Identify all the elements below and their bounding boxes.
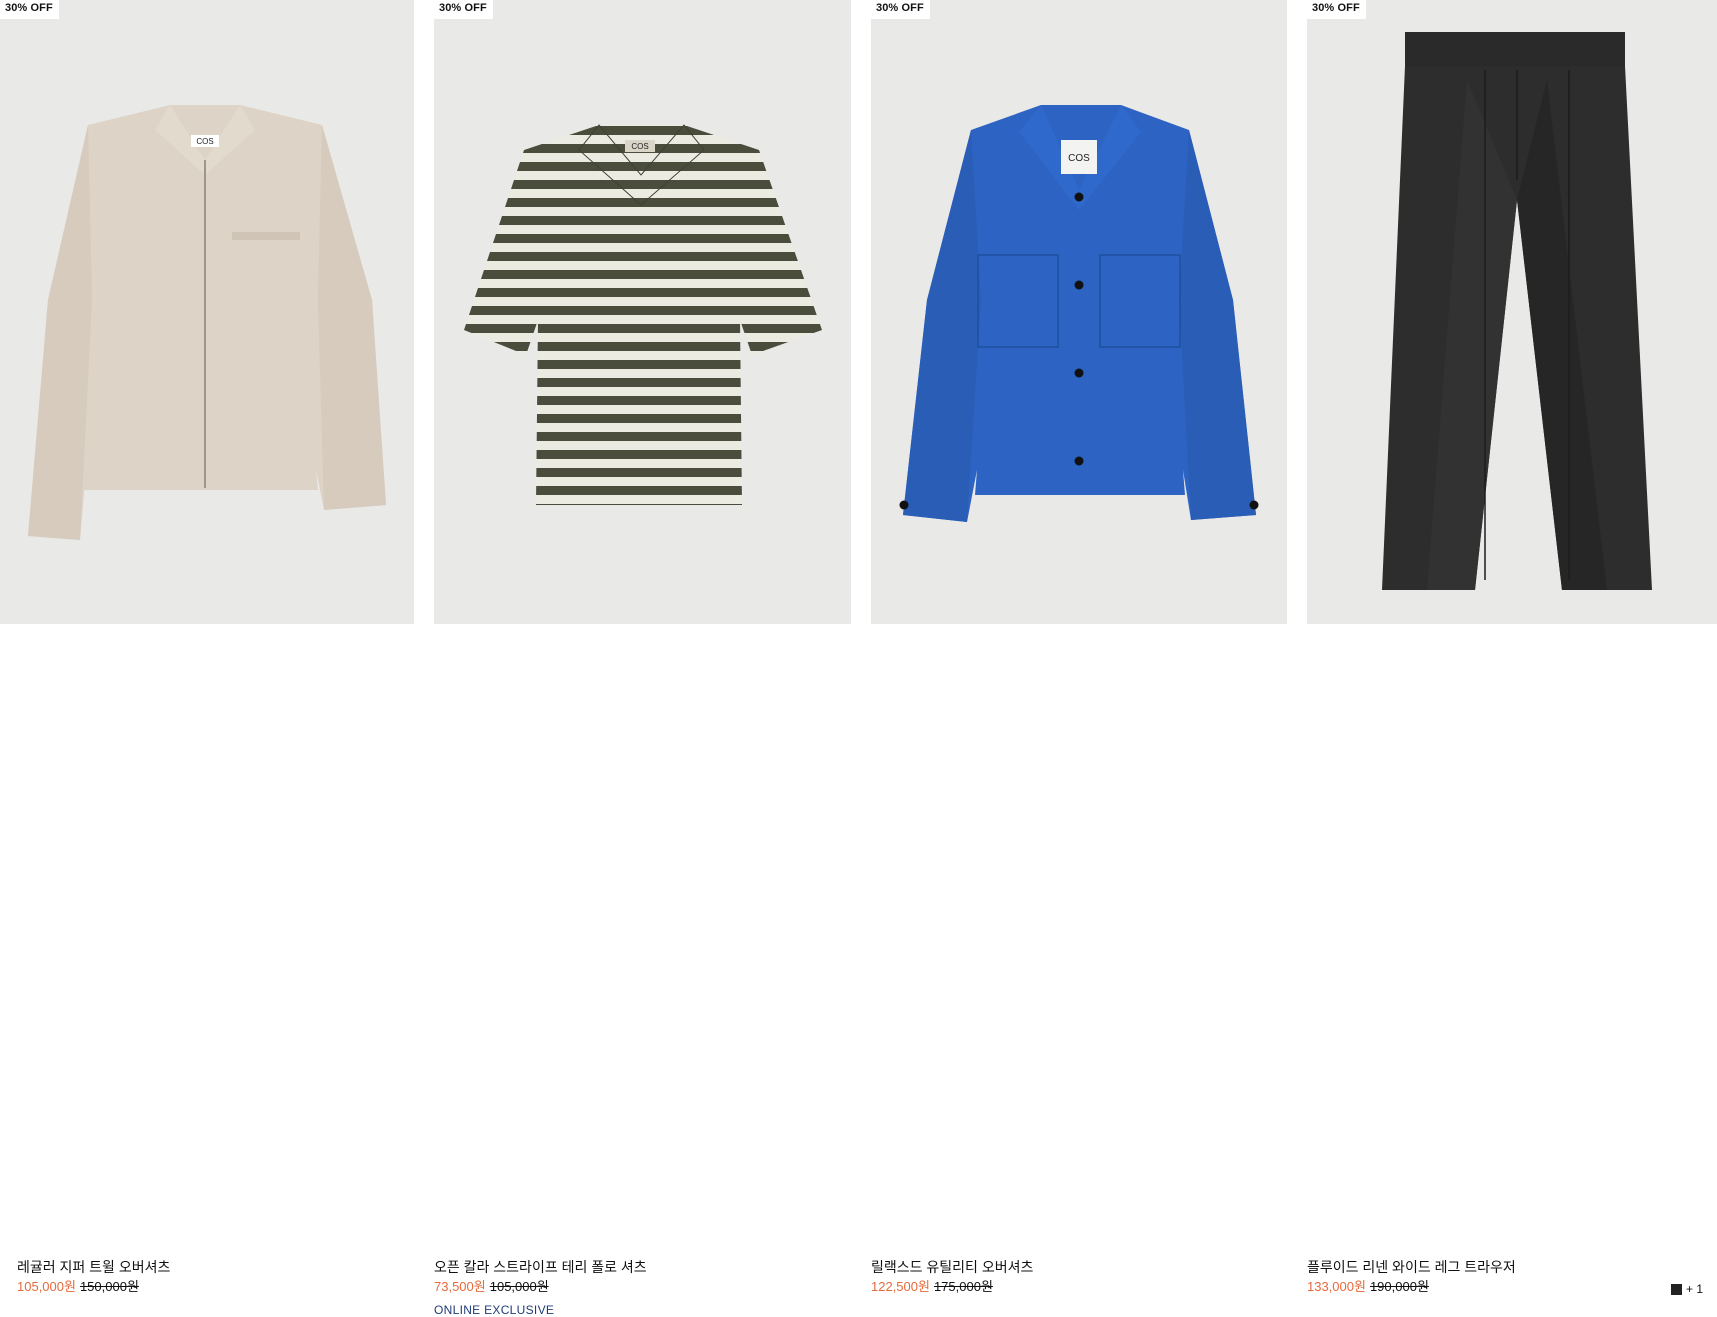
original-price: 105,000원 — [489, 1279, 549, 1294]
product-title[interactable]: 레귤러 지퍼 트윌 오버셔츠 — [17, 1258, 170, 1276]
svg-text:COS: COS — [196, 137, 213, 146]
more-colors-count[interactable]: + 1 — [1686, 1282, 1703, 1296]
product-image[interactable]: COS 30% OFF — [434, 0, 851, 624]
product-title[interactable]: 릴랙스드 유틸리티 오버셔츠 — [871, 1258, 1033, 1276]
original-price: 190,000원 — [1369, 1279, 1429, 1294]
color-swatch-black[interactable] — [1670, 1283, 1682, 1295]
discount-badge: 30% OFF — [434, 0, 493, 19]
striped-polo-shirt-image: COS — [434, 0, 851, 624]
sale-price: 133,000원 — [1307, 1279, 1366, 1294]
product-card[interactable]: 30% OFF 플루이드 리넨 와이드 레그 트라우저 133,000원 190,… — [1307, 0, 1717, 1296]
color-swatches[interactable]: + 1 — [1670, 1282, 1703, 1296]
product-card[interactable]: COS 30% OFF 오픈 칼라 스트라이프 테리 폴로 셔츠 73,500원… — [434, 0, 851, 1317]
price-block: 105,000원 150,000원 — [17, 1279, 139, 1295]
sale-price: 105,000원 — [17, 1279, 76, 1294]
product-card[interactable]: COS 30% OFF 릴랙스드 유틸리티 오버셔츠 122,500원 175,0… — [871, 0, 1287, 1294]
product-card[interactable]: COS 30% OFF 레귤러 지퍼 트윌 오버셔츠 105,000원 150,0… — [0, 0, 414, 1294]
original-price: 175,000원 — [933, 1279, 993, 1294]
price-block: 73,500원 105,000원 — [434, 1279, 549, 1295]
sale-price: 73,500원 — [434, 1279, 486, 1294]
original-price: 150,000원 — [79, 1279, 139, 1294]
price-block: 122,500원 175,000원 — [871, 1279, 993, 1295]
online-exclusive-tag: ONLINE EXCLUSIVE — [434, 1303, 555, 1317]
svg-text:COS: COS — [631, 142, 648, 151]
product-title[interactable]: 플루이드 리넨 와이드 레그 트라우저 — [1307, 1258, 1516, 1276]
product-image[interactable]: COS 30% OFF — [871, 0, 1287, 624]
product-image[interactable]: COS 30% OFF — [0, 0, 414, 624]
product-image[interactable]: 30% OFF — [1307, 0, 1717, 624]
product-grid: COS 30% OFF 레귤러 지퍼 트윌 오버셔츠 105,000원 150,0… — [0, 0, 1717, 1317]
utility-overshirt-blue-image: COS — [871, 0, 1287, 624]
linen-trousers-black-image — [1307, 0, 1717, 624]
discount-badge: 30% OFF — [0, 0, 59, 19]
svg-text:COS: COS — [1068, 153, 1090, 164]
price-block: 133,000원 190,000원 — [1307, 1279, 1429, 1295]
discount-badge: 30% OFF — [871, 0, 930, 19]
product-title[interactable]: 오픈 칼라 스트라이프 테리 폴로 셔츠 — [434, 1258, 647, 1276]
sale-price: 122,500원 — [871, 1279, 930, 1294]
zip-overshirt-beige-image: COS — [0, 0, 414, 624]
discount-badge: 30% OFF — [1307, 0, 1366, 19]
